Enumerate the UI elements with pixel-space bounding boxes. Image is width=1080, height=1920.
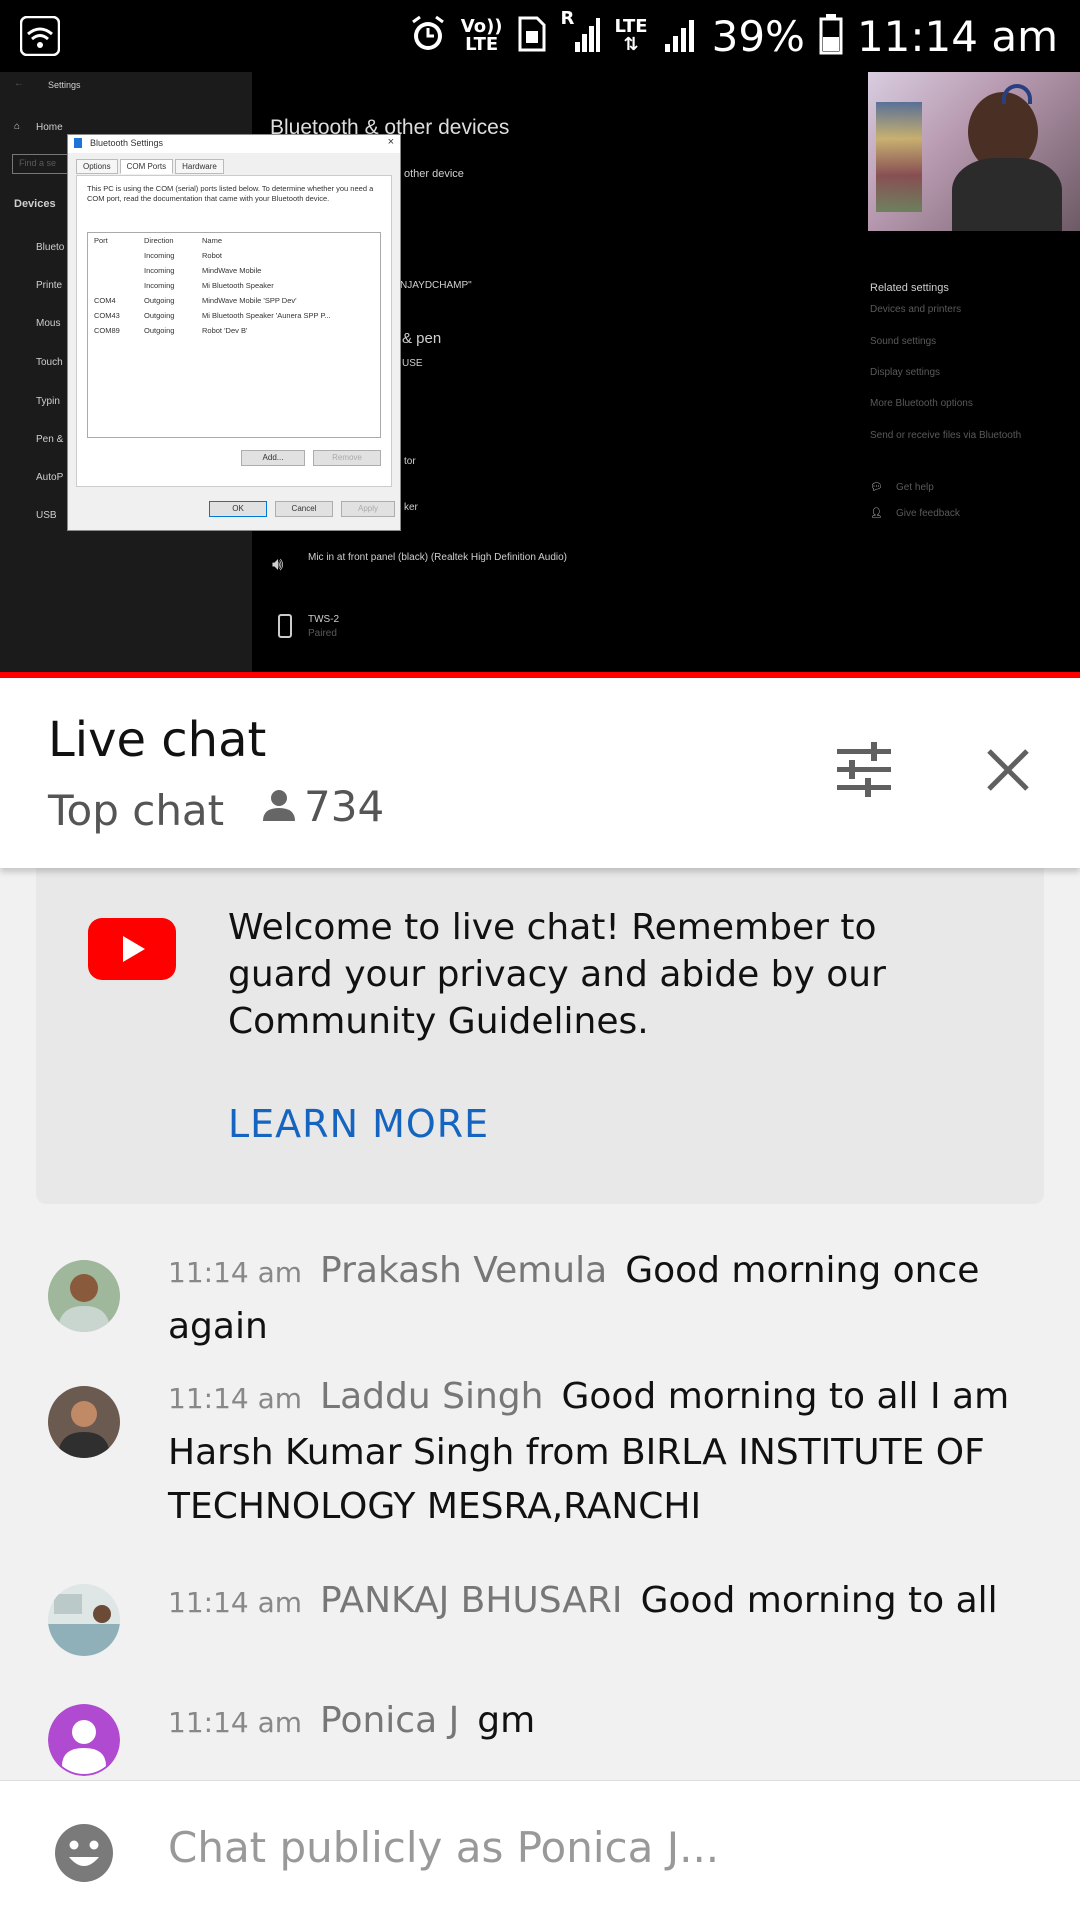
lte-indicator: LTE ⇅ <box>614 16 648 55</box>
message-time: 11:14 am <box>168 1382 303 1415</box>
chat-input-bar[interactable]: Chat publicly as Ponica J... <box>0 1780 1080 1920</box>
list-header: Port Direction Name <box>94 236 223 245</box>
phone-icon <box>278 614 292 638</box>
sim-card-icon <box>517 16 547 56</box>
sliders-icon <box>835 742 893 802</box>
emoji-icon[interactable] <box>54 1823 114 1883</box>
message-author[interactable]: Prakash Vemula <box>320 1250 607 1291</box>
bluetooth-settings-dialog: Bluetooth Settings × Options COM Ports H… <box>67 134 401 531</box>
com-ports-description: This PC is using the COM (serial) ports … <box>87 184 374 203</box>
message-time: 11:14 am <box>168 1586 303 1619</box>
mic-device: Mic in at front panel (black) (Realtek H… <box>308 552 568 563</box>
settings-search: Find a se <box>12 154 70 174</box>
ok-button[interactable]: OK <box>209 501 267 517</box>
live-chat-header: Live chat Top chat 734 <box>0 678 1080 868</box>
chat-message[interactable]: 11:14 am Prakash Vemula Good morning once … <box>48 1244 1048 1354</box>
list-item[interactable]: Incoming Robot <box>88 248 380 263</box>
list-item[interactable]: COM89 Outgoing Robot 'Dev B' <box>88 323 380 338</box>
default-avatar-icon[interactable] <box>48 1704 120 1776</box>
chat-message[interactable]: 11:14 am Laddu Singh Good morning to all I… <box>48 1370 1048 1540</box>
dialog-close-icon[interactable]: × <box>388 136 394 148</box>
list-item[interactable]: Incoming MindWave Mobile <box>88 263 380 278</box>
settings-title: Settings <box>48 80 81 90</box>
presenter-body <box>952 158 1062 231</box>
settings-section: Devices <box>14 198 56 210</box>
message-author[interactable]: Ponica J <box>320 1700 459 1741</box>
dialog-tabs: Options COM Ports Hardware <box>76 159 224 174</box>
chat-messages[interactable]: Welcome to live chat! Remember to guard … <box>0 868 1080 1780</box>
avatar[interactable] <box>48 1584 120 1656</box>
wifi-icon <box>19 15 61 60</box>
battery-percent: 39% <box>711 11 805 61</box>
learn-more-link[interactable]: LEARN MORE <box>228 1102 489 1146</box>
add-port-button[interactable]: Add... <box>241 450 305 466</box>
feedback-icon: 👤︎ <box>870 508 883 519</box>
settings-home: Home <box>36 122 63 133</box>
video-player[interactable]: ← Settings ⌂ Home Find a se Devices Blue… <box>0 72 1080 672</box>
close-icon <box>986 748 1030 796</box>
home-icon: ⌂ <box>14 121 21 132</box>
related-settings: Related settings <box>870 282 949 294</box>
message-body: 11:14 am Prakash Vemula Good morning once … <box>168 1244 1048 1354</box>
message-author[interactable]: PANKAJ BHUSARI <box>320 1580 623 1621</box>
headphones <box>1002 84 1032 104</box>
battery-icon <box>819 13 843 59</box>
message-body: 11:14 am Ponica J gm <box>168 1694 1048 1750</box>
avatar[interactable] <box>48 1386 120 1458</box>
cancel-button[interactable]: Cancel <box>275 501 333 517</box>
apply-button[interactable]: Apply <box>341 501 395 517</box>
message-time: 11:14 am <box>168 1706 303 1739</box>
avatar[interactable] <box>48 1260 120 1332</box>
list-item[interactable]: COM43 Outgoing Mi Bluetooth Speaker 'Auner… <box>88 308 380 323</box>
alarm-icon <box>409 14 447 58</box>
bluetooth-icon <box>74 138 82 148</box>
dialog-title: Bluetooth Settings × <box>68 135 400 153</box>
tab-hardware[interactable]: Hardware <box>175 159 224 174</box>
clock: 11:14 am <box>856 11 1058 61</box>
status-icons: Vo)) LTE R LTE ⇅ 39% 11:14 am <box>409 8 1058 64</box>
bookshelf <box>876 102 922 212</box>
message-body: 11:14 am Laddu Singh Good morning to all I… <box>168 1370 1048 1534</box>
list-item[interactable]: COM4 Outgoing MindWave Mobile 'SPP Dev' <box>88 293 380 308</box>
signal-sim1-icon: R <box>561 10 601 58</box>
youtube-logo-icon <box>88 918 176 980</box>
live-chat-title: Live chat <box>48 712 267 768</box>
message-author[interactable]: Laddu Singh <box>320 1376 543 1417</box>
screen: { "status_bar": { "volte_top": "Vo))", "… <box>0 0 1080 1920</box>
list-item[interactable]: Incoming Mi Bluetooth Speaker <box>88 278 380 293</box>
close-chat-button[interactable] <box>972 736 1044 808</box>
tab-options[interactable]: Options <box>76 159 118 174</box>
speaker-icon: 🔊︎ <box>272 554 284 574</box>
com-ports-panel: This PC is using the COM (serial) ports … <box>76 175 392 487</box>
welcome-text: Welcome to live chat! Remember to guard … <box>228 907 886 1042</box>
webcam-overlay <box>868 72 1080 231</box>
message-text: Good morning to all <box>640 1580 998 1621</box>
message-time: 11:14 am <box>168 1256 303 1289</box>
chat-message[interactable]: 11:14 am PANKAJ BHUSARI Good morning to al… <box>48 1574 1048 1656</box>
tab-com-ports[interactable]: COM Ports <box>119 159 174 174</box>
remove-port-button[interactable]: Remove <box>313 450 381 466</box>
help-icon: 💬︎ <box>870 482 883 493</box>
chat-message-input[interactable]: Chat publicly as Ponica J... <box>168 1823 719 1872</box>
status-bar: Vo)) LTE R LTE ⇅ 39% 11:14 am <box>0 0 1080 72</box>
message-text: gm <box>477 1700 536 1741</box>
signal-sim2-icon <box>662 14 698 58</box>
message-body: 11:14 am PANKAJ BHUSARI Good morning to al… <box>168 1574 1048 1630</box>
volte-indicator: Vo)) LTE <box>460 16 503 55</box>
chat-message[interactable]: 11:14 am Ponica J gm <box>48 1694 1048 1776</box>
viewer-count: 734 <box>262 782 384 831</box>
chat-filter-button[interactable] <box>828 736 900 808</box>
chat-mode-selector[interactable]: Top chat <box>48 786 224 835</box>
person-icon <box>262 788 296 826</box>
welcome-banner: Welcome to live chat! Remember to guard … <box>36 868 1044 1204</box>
com-ports-list: Port Direction Name Incoming Robot Incomi… <box>87 232 381 438</box>
tws-device: TWS-2 <box>308 614 340 625</box>
